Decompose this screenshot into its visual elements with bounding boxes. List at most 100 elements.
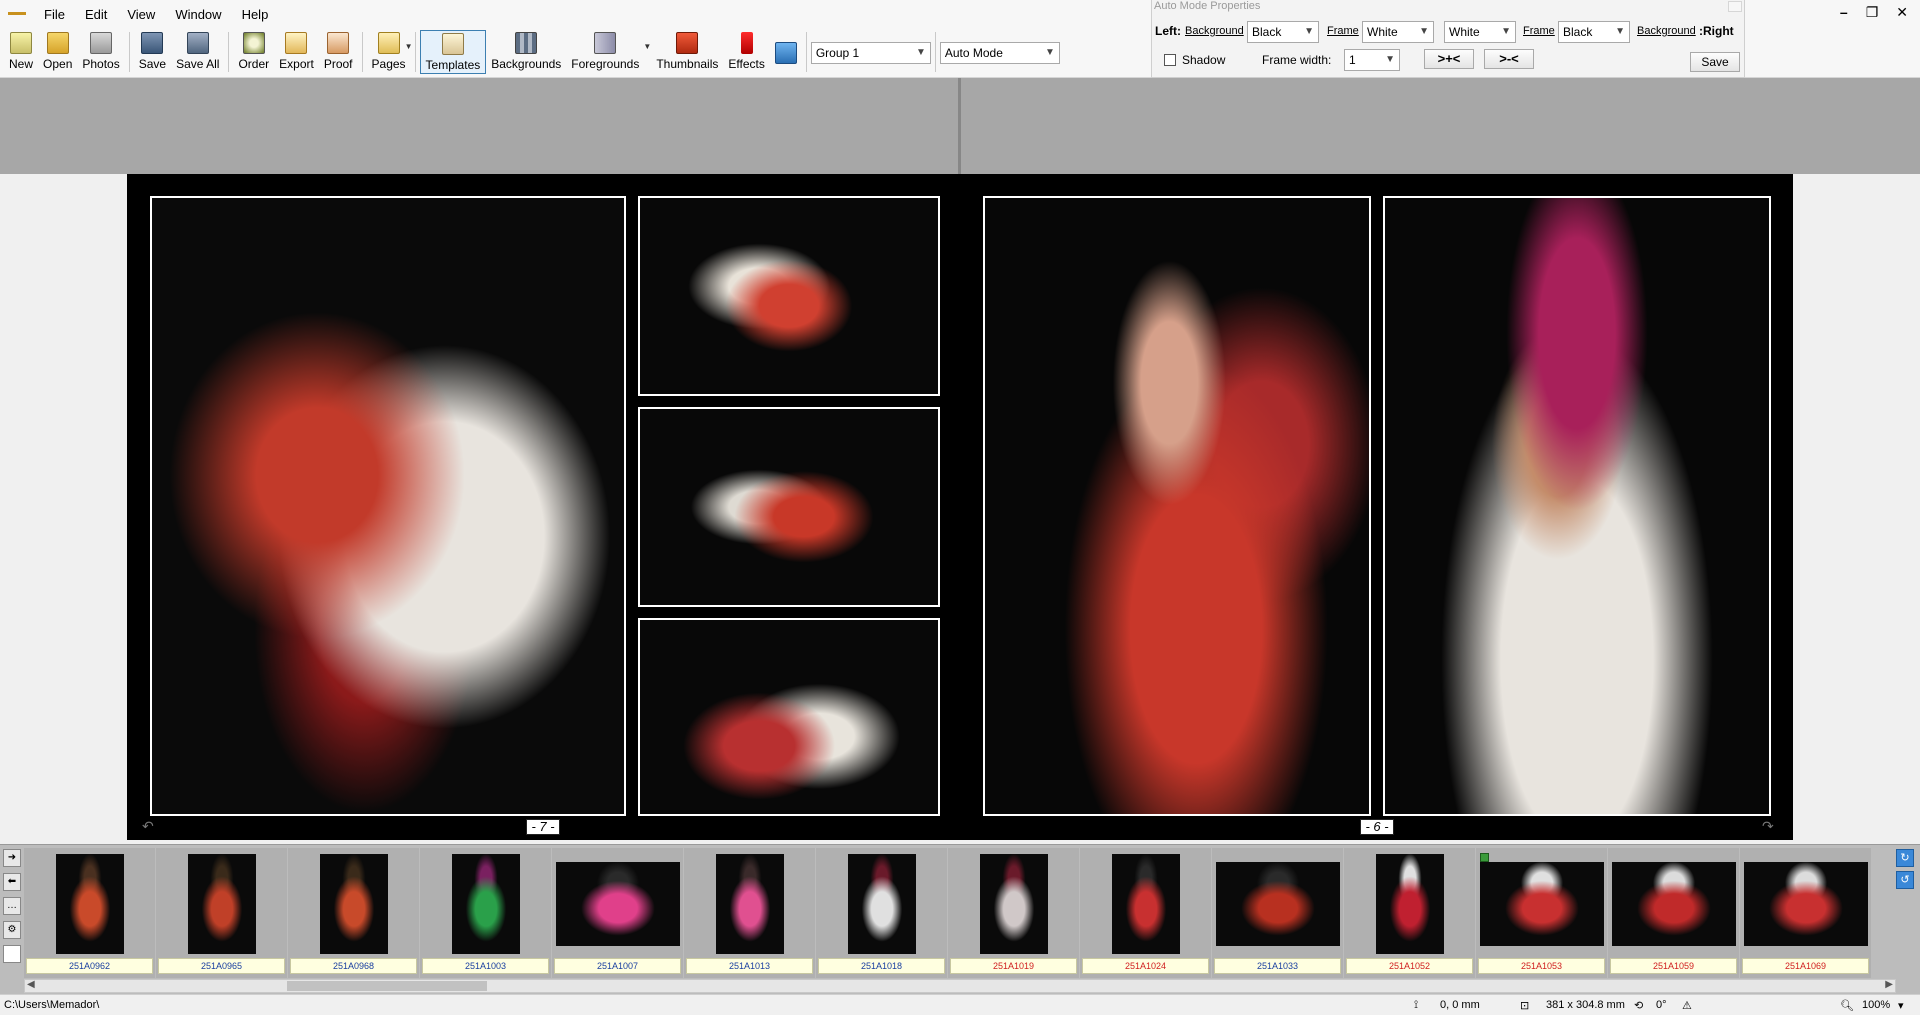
mode-select[interactable]: Auto Mode ▼ <box>939 42 1060 64</box>
size-icon: ⊡ <box>1520 1000 1530 1012</box>
page-curl-left-icon[interactable]: ↶ <box>142 818 154 835</box>
photo-frame-groom[interactable] <box>1383 196 1771 816</box>
menu-edit[interactable]: Edit <box>75 6 117 24</box>
thumbnail-item[interactable]: 251A1007 <box>552 848 683 978</box>
zoom-icon[interactable]: 🔍︎ <box>1840 999 1854 1012</box>
open-button[interactable]: Open <box>38 30 77 74</box>
warning-icon: ⚠ <box>1682 1000 1692 1012</box>
menu-file[interactable]: File <box>34 6 75 24</box>
templates-icon <box>441 33 464 55</box>
thumbnail-item[interactable]: 251A0968 <box>288 848 419 978</box>
rotate-clockwise-icon[interactable]: ↻ <box>1896 849 1914 867</box>
restore-icon[interactable]: ❐ <box>1866 4 1879 21</box>
scroll-left-icon[interactable]: ◀ <box>27 979 35 990</box>
right-background-select[interactable]: Black ▼ <box>1558 21 1630 43</box>
save-all-button[interactable]: Save All <box>171 30 224 74</box>
thumbnail-item[interactable]: 251A0965 <box>156 848 287 978</box>
thumbnail-image <box>979 854 1048 954</box>
new-document-icon <box>10 32 32 54</box>
menu-window[interactable]: Window <box>165 6 231 24</box>
expand-frames-button[interactable]: >+< <box>1424 49 1474 69</box>
thumbnail-item[interactable]: 251A1019 <box>948 848 1079 978</box>
thumbnail-item[interactable]: 251A1018 <box>816 848 947 978</box>
new-button[interactable]: New <box>4 30 38 74</box>
left-page-number: - 7 - <box>526 819 560 835</box>
foregrounds-button[interactable]: Foregrounds ▼ <box>566 30 651 74</box>
photo-frame-couple[interactable] <box>150 196 626 816</box>
scroll-right-icon[interactable]: ▶ <box>1885 979 1893 990</box>
thumbnail-label: 251A1069 <box>1742 958 1869 974</box>
thumbnail-scrollbar[interactable]: ◀ ▶ <box>24 979 1896 993</box>
photo-frame-dance-2[interactable] <box>638 407 940 607</box>
thumbnail-item[interactable]: 251A1069 <box>1740 848 1871 978</box>
picture-button[interactable] <box>770 30 802 74</box>
thumbnail-item[interactable]: 251A0962 <box>24 848 155 978</box>
zoom-dropdown-icon[interactable]: ▾ <box>1898 999 1904 1012</box>
left-frame-select[interactable]: White ▼ <box>1362 21 1434 43</box>
foregrounds-label: Foregrounds <box>571 57 640 71</box>
shrink-frames-button[interactable]: >-< <box>1484 49 1534 69</box>
arrow-left-icon[interactable]: ⬅ <box>3 873 21 891</box>
right-page-number: - 6 - <box>1360 819 1394 835</box>
arrow-right-icon[interactable]: ➜ <box>3 849 21 867</box>
photo-frame-bride[interactable] <box>983 196 1371 816</box>
right-label: :Right <box>1699 24 1734 38</box>
menu-view[interactable]: View <box>117 6 165 24</box>
thumbnail-image <box>1743 862 1868 946</box>
chevron-down-icon: ▼ <box>1615 26 1625 37</box>
proof-button[interactable]: Proof <box>319 30 358 74</box>
order-button[interactable]: Order <box>233 30 274 74</box>
photos-button[interactable]: Photos <box>77 30 124 74</box>
rotate-counterclockwise-icon[interactable]: ↺ <box>1896 871 1914 889</box>
toolbar-separator <box>934 32 936 72</box>
open-label: Open <box>43 57 73 71</box>
group-select[interactable]: Group 1 ▼ <box>810 42 931 64</box>
effects-button[interactable]: Effects <box>723 30 769 74</box>
photo-frame-dance-1[interactable] <box>638 196 940 396</box>
shadow-checkbox[interactable] <box>1164 54 1176 66</box>
right-frame-value: White <box>1449 25 1480 39</box>
thumbnail-item[interactable]: 251A1013 <box>684 848 815 978</box>
thumbnail-item[interactable]: 251A1053 <box>1476 848 1607 978</box>
right-frame-select[interactable]: White ▼ <box>1444 21 1516 43</box>
thumbnail-item[interactable]: 251A1033 <box>1212 848 1343 978</box>
pages-button[interactable]: Pages ▼ <box>367 30 413 74</box>
pages-label: Pages <box>371 57 406 71</box>
left-background-value: Black <box>1252 25 1282 39</box>
pages-dropdown-caret-icon[interactable]: ▼ <box>405 42 413 51</box>
thumbnail-image <box>715 854 784 954</box>
more-icon[interactable]: … <box>3 897 21 915</box>
frame-width-select[interactable]: 1 ▼ <box>1344 49 1400 71</box>
page-curl-right-icon[interactable]: ↷ <box>1762 818 1774 835</box>
album-spread[interactable] <box>127 174 1793 840</box>
settings-icon[interactable]: ⚙ <box>3 921 21 939</box>
select-checkbox-icon[interactable] <box>3 945 21 963</box>
close-icon[interactable]: ✕ <box>1896 4 1908 21</box>
scrollbar-thumb[interactable] <box>287 981 487 991</box>
save-button[interactable]: Save <box>134 30 171 74</box>
right-background-label: Background <box>1637 25 1696 37</box>
thumbnail-item[interactable]: 251A1024 <box>1080 848 1211 978</box>
minimize-icon[interactable]: – <box>1840 4 1848 21</box>
status-bar: C:\Users\Memador\ ⟟ 0, 0 mm ⊡ 381 x 304.… <box>0 994 1920 1015</box>
thumbnail-label: 251A1052 <box>1346 958 1473 974</box>
amp-save-button[interactable]: Save <box>1690 52 1740 72</box>
photo-frame-dance-3[interactable] <box>638 618 940 816</box>
panel-close-button[interactable] <box>1728 1 1742 12</box>
thumbnail-item[interactable]: 251A1052 <box>1344 848 1475 978</box>
thumbnails-button[interactable]: Thumbnails <box>651 30 723 74</box>
templates-button[interactable]: Templates <box>419 30 487 74</box>
left-background-select[interactable]: Black ▼ <box>1247 21 1319 43</box>
chevron-down-icon: ▼ <box>1044 47 1055 58</box>
group-select-value: Group 1 <box>815 46 860 60</box>
thumbnail-item[interactable]: 251A1003 <box>420 848 551 978</box>
status-size: 381 x 304.8 mm <box>1546 999 1625 1011</box>
thumbnail-label: 251A1033 <box>1214 958 1341 974</box>
menu-help[interactable]: Help <box>232 6 279 24</box>
status-zoom[interactable]: 100% <box>1862 999 1890 1011</box>
main-toolbar: New Open Photos Save Save All Order Expo… <box>4 30 1060 76</box>
backgrounds-button[interactable]: Backgrounds <box>486 30 566 74</box>
foregrounds-dropdown-caret-icon[interactable]: ▼ <box>643 42 651 51</box>
thumbnail-item[interactable]: 251A1059 <box>1608 848 1739 978</box>
export-button[interactable]: Export <box>274 30 319 74</box>
